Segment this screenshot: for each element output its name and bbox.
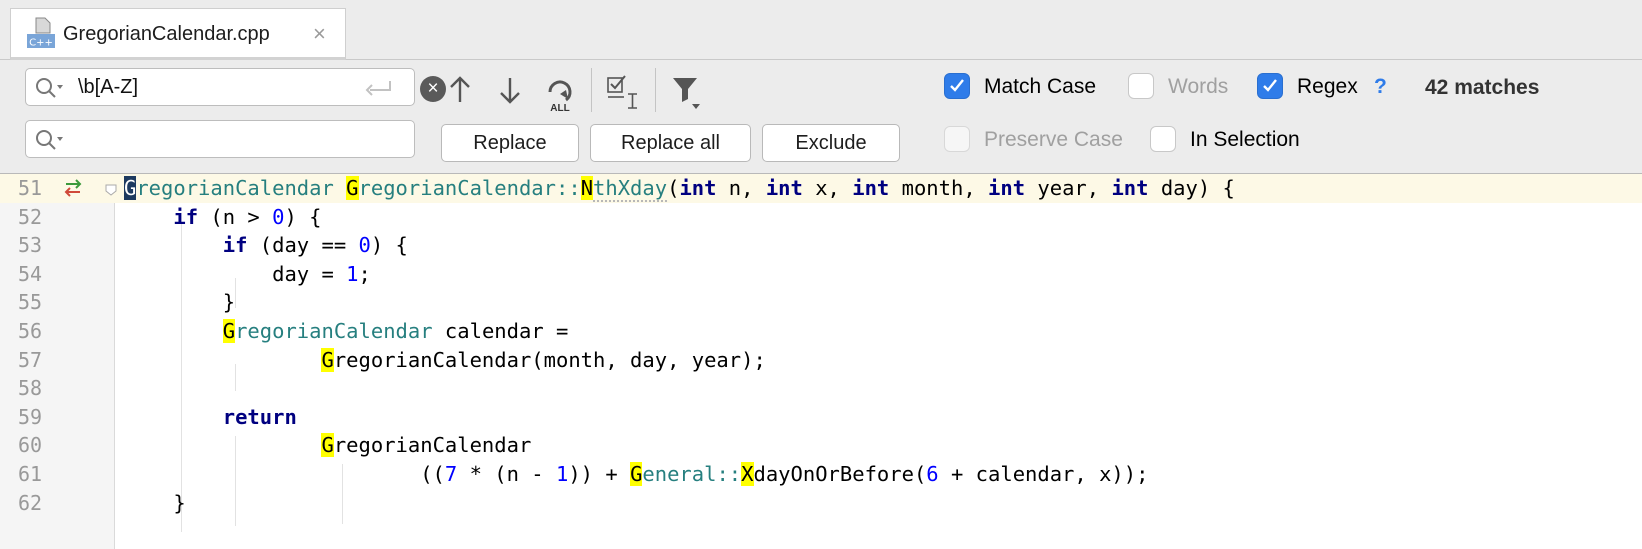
code-line[interactable]: 54 day = 1;: [0, 260, 1642, 289]
match-count: 42 matches: [1425, 76, 1540, 99]
code-text: day = 1;: [124, 261, 371, 286]
code-text: if (day == 0) {: [222, 233, 408, 258]
replace-input[interactable]: [78, 126, 318, 152]
code-line[interactable]: 60 GregorianCalendar: [0, 431, 1642, 460]
select-occurrences-checklist-icon[interactable]: [604, 72, 644, 112]
replace-history-icon[interactable]: [34, 128, 64, 152]
code-line[interactable]: 62 }: [0, 489, 1642, 518]
line-number: 55: [18, 290, 43, 315]
previous-occurrence-icon[interactable]: [442, 72, 478, 108]
editor-tab-bar: C++ GregorianCalendar.cpp ×: [0, 0, 1642, 60]
regex-help-link[interactable]: ?: [1374, 75, 1387, 99]
filter-icon[interactable]: [670, 72, 706, 112]
in-selection-label[interactable]: In Selection: [1190, 128, 1300, 152]
code-line[interactable]: 56 GregorianCalendar calendar =: [0, 317, 1642, 346]
words-label[interactable]: Words: [1168, 75, 1228, 99]
line-number: 54: [18, 261, 43, 286]
tab-title: GregorianCalendar.cpp: [63, 23, 270, 45]
preserve-case-label[interactable]: Preserve Case: [984, 128, 1123, 152]
line-number: 59: [18, 404, 43, 429]
cpp-icon-label: C++: [29, 38, 53, 49]
search-input[interactable]: [78, 74, 318, 100]
checkmark-icon: [1263, 79, 1277, 92]
code-text: return: [222, 404, 297, 429]
regex-label[interactable]: Regex: [1297, 75, 1358, 99]
fold-marker-icon[interactable]: [105, 184, 117, 196]
line-number: 51: [18, 176, 43, 200]
preserve-case-checkbox[interactable]: [944, 126, 970, 152]
file-tab[interactable]: C++ GregorianCalendar.cpp ×: [10, 8, 346, 60]
all-label: ALL: [550, 103, 569, 114]
words-checkbox[interactable]: [1128, 73, 1154, 99]
code-editor[interactable]: 51 GregorianCalendar GregorianCalendar::…: [0, 174, 1642, 549]
line-number: 56: [18, 319, 43, 343]
navigate-declaration-icon[interactable]: [62, 177, 84, 199]
select-all-occurrences-icon[interactable]: ALL: [540, 72, 580, 114]
enter-newline-icon[interactable]: [364, 78, 394, 98]
code-text: }: [124, 490, 186, 515]
replace-button[interactable]: Replace: [441, 124, 579, 162]
search-history-icon[interactable]: [34, 76, 64, 100]
code-text: GregorianCalendar(month, day, year);: [321, 347, 766, 372]
line-number: 58: [18, 376, 43, 401]
regex-checkbox[interactable]: [1257, 73, 1283, 99]
code-text: ((7 * (n - 1)) + General::XdayOnOrBefore…: [124, 462, 1149, 486]
code-line[interactable]: 57 GregorianCalendar(month, day, year);: [0, 346, 1642, 375]
code-line[interactable]: 61 ((7 * (n - 1)) + General::XdayOnOrBef…: [0, 460, 1642, 489]
line-number: 57: [18, 347, 43, 372]
in-selection-checkbox[interactable]: [1150, 126, 1176, 152]
line-number: 61: [18, 462, 43, 486]
line-number: 52: [18, 204, 43, 229]
code-text: GregorianCalendar: [321, 433, 532, 458]
replace-field[interactable]: [25, 120, 415, 158]
code-line[interactable]: 53 if (day == 0) {: [0, 231, 1642, 260]
find-replace-panel: × ALL Replace Replace all Exclude: [0, 60, 1642, 174]
exclude-button[interactable]: Exclude: [762, 124, 900, 162]
code-line[interactable]: 55 }: [0, 288, 1642, 317]
code-text: GregorianCalendar calendar =: [222, 319, 569, 343]
toolbar-separator: [591, 68, 592, 112]
line-number: 53: [18, 233, 43, 258]
code-line[interactable]: 58: [0, 374, 1642, 403]
code-line[interactable]: 59 return: [0, 403, 1642, 432]
toolbar-separator: [655, 68, 656, 112]
code-text: }: [124, 290, 236, 315]
code-line-current[interactable]: 51 GregorianCalendar GregorianCalendar::…: [0, 174, 1642, 203]
match-case-label[interactable]: Match Case: [984, 75, 1096, 99]
code-line[interactable]: 52 if (n > 0) {: [0, 203, 1642, 232]
code-text: if (n > 0) {: [173, 204, 322, 229]
line-number: 60: [18, 433, 43, 458]
checkmark-icon: [950, 79, 964, 92]
cpp-file-icon: C++: [27, 17, 55, 49]
close-tab-icon[interactable]: ×: [313, 21, 326, 47]
next-occurrence-icon[interactable]: [492, 72, 528, 108]
match-case-checkbox[interactable]: [944, 73, 970, 99]
code-text: GregorianCalendar GregorianCalendar::Nth…: [124, 176, 1235, 202]
search-field[interactable]: ×: [25, 68, 446, 106]
replace-all-button[interactable]: Replace all: [590, 124, 751, 162]
line-number: 62: [18, 490, 43, 515]
